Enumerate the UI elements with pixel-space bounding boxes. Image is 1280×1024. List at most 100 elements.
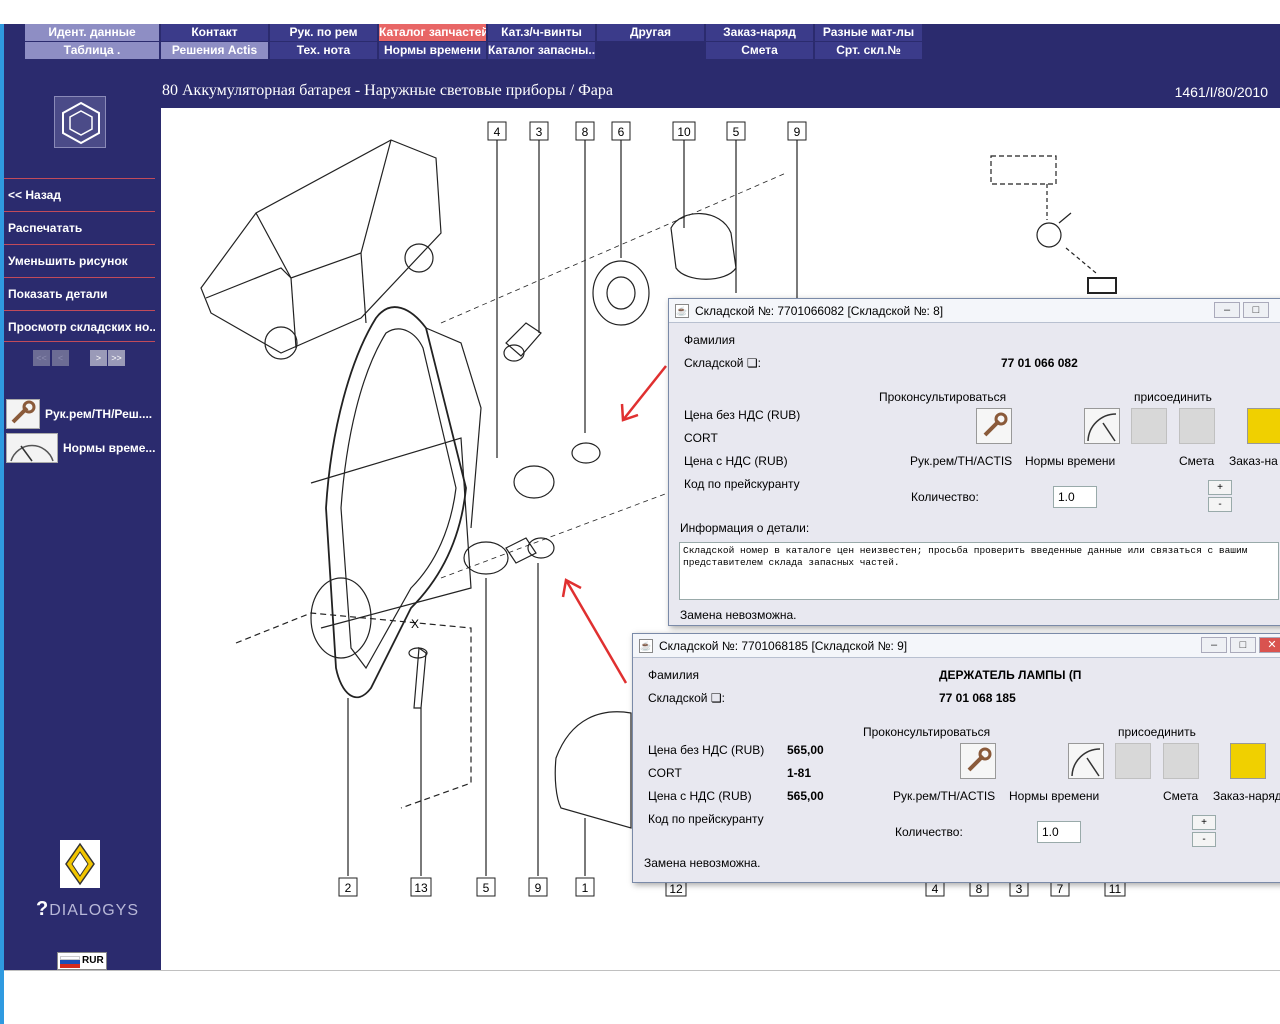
dialogys-logo: ?DIALOGYS	[36, 898, 139, 921]
menu-actis-solutions[interactable]: Решения Actis	[161, 42, 268, 59]
quantity-label: Количество:	[895, 825, 963, 839]
callout-bottom-1: 1	[582, 881, 589, 895]
menu-sort-stock[interactable]: Срт. скл.№	[815, 42, 922, 59]
action-repair-manual-label: Рук.рем/TH/ACTIS	[910, 454, 1013, 468]
menu-other[interactable]: Другая	[597, 24, 704, 41]
menu-time-norms[interactable]: Нормы времени	[379, 42, 486, 59]
callout-bottom-2: 2	[345, 881, 352, 895]
price-with-vat-value: 565,00	[787, 789, 824, 803]
callout-top-5: 5	[733, 125, 740, 139]
back-button[interactable]: << Назад	[4, 178, 155, 210]
quantity-input[interactable]	[1037, 821, 1081, 843]
minimize-button[interactable]: –	[1214, 302, 1240, 318]
maximize-button[interactable]: □	[1230, 637, 1256, 653]
part-dialog-9: ☕ Складской №: 7701068185 [Складской №: …	[632, 633, 1280, 883]
java-icon: ☕	[639, 639, 653, 653]
action-time-norms-label: Нормы времени	[1025, 454, 1116, 468]
menu-spare-catalog[interactable]: Каталог запасны...	[488, 42, 595, 59]
menu-misc-materials[interactable]: Разные мат-лы	[815, 24, 922, 41]
quantity-decrement-button[interactable]: -	[1192, 832, 1216, 847]
action-estimate-label: Смета	[1163, 789, 1199, 803]
action-time-norms-label: Нормы времени	[1009, 789, 1100, 803]
part-dialog-8: ☕ Складской №: 7701066082 [Складской №: …	[668, 298, 1280, 626]
consult-label: Проконсультироваться	[879, 390, 1007, 404]
shortcut-time-norms-label: Нормы време...	[63, 441, 156, 455]
dialog-9-titlebar[interactable]: ☕ Складской №: 7701068185 [Складской №: …	[633, 634, 1280, 658]
time-norms-icon[interactable]	[1084, 408, 1120, 444]
quantity-decrement-button[interactable]: -	[1208, 497, 1232, 512]
top-strip	[0, 0, 1280, 24]
maximize-button[interactable]: □	[1243, 302, 1269, 318]
callout-top-8: 8	[582, 125, 589, 139]
currency-label: RUR	[82, 955, 104, 966]
callout-bottom-3: 3	[1016, 882, 1023, 896]
menu-screws-catalog[interactable]: Кат.з/ч-винты	[488, 24, 595, 41]
pager-prev-button[interactable]: <	[52, 350, 69, 366]
dialog-8-titlebar[interactable]: ☕ Складской №: 7701066082 [Складской №: …	[669, 299, 1280, 323]
consult-label: Проконсультироваться	[863, 725, 991, 739]
price-with-vat-label: Цена с НДС (RUB)	[648, 789, 752, 803]
work-order-icon[interactable]	[1247, 408, 1280, 444]
price-without-vat-label: Цена без НДС (RUB)	[648, 743, 765, 757]
print-button[interactable]: Распечатать	[4, 211, 155, 243]
cort-label: CORT	[684, 431, 718, 445]
familia-label: Фамилия	[648, 668, 699, 682]
shortcut-time-norms[interactable]: Нормы време...	[4, 432, 155, 464]
pricelist-code-label: Код по прейскуранту	[684, 477, 800, 491]
price-without-vat-label: Цена без НДС (RUB)	[684, 408, 801, 422]
close-button[interactable]: ✕	[1259, 637, 1280, 653]
stock-number-value: 77 01 066 082	[1001, 356, 1078, 370]
callout-bottom-8: 8	[976, 882, 983, 896]
callout-bottom-13: 13	[414, 881, 428, 895]
time-norms-icon[interactable]	[1068, 743, 1104, 779]
callout-bottom-5: 5	[483, 881, 490, 895]
work-order-icon[interactable]	[1230, 743, 1266, 779]
status-strip	[4, 970, 1280, 1024]
quantity-increment-button[interactable]: +	[1192, 815, 1216, 830]
callout-bottom-12: 12	[669, 882, 683, 896]
shortcut-repair-manual-label: Рук.рем/ТН/Реш....	[45, 407, 153, 421]
disabled-attach-icon	[1115, 743, 1151, 779]
callout-top-9: 9	[794, 125, 801, 139]
renault-logo-icon	[60, 840, 100, 888]
currency-selector[interactable]: RUR	[57, 952, 107, 970]
attach-label: присоединить	[1134, 390, 1212, 404]
menu-contact[interactable]: Контакт	[161, 24, 268, 41]
familia-value: ДЕРЖАТЕЛЬ ЛАМПЫ (П	[939, 668, 1082, 682]
pager-first-button[interactable]: <<	[33, 350, 50, 366]
pager-next-button[interactable]: >	[90, 350, 107, 366]
action-repair-manual-label: Рук.рем/TH/ACTIS	[893, 789, 996, 803]
action-work-order-label: Заказ-на	[1229, 454, 1278, 468]
repair-manual-icon[interactable]	[976, 408, 1012, 444]
page-title: 80 Аккумуляторная батарея - Наружные све…	[162, 82, 613, 99]
action-estimate-label: Смета	[1179, 454, 1215, 468]
repair-manual-icon[interactable]	[960, 743, 996, 779]
view-stock-numbers-button[interactable]: Просмотр складских но...	[4, 310, 155, 342]
menu-parts-catalog[interactable]: Каталог запчастей	[379, 24, 486, 41]
menu-tech-note[interactable]: Тех. нота	[270, 42, 377, 59]
familia-label: Фамилия	[684, 333, 735, 347]
minimize-button[interactable]: –	[1201, 637, 1227, 653]
menu-work-order[interactable]: Заказ-наряд	[706, 24, 813, 41]
quantity-input[interactable]	[1053, 486, 1097, 508]
shortcut-repair-manual[interactable]: Рук.рем/ТН/Реш....	[4, 398, 155, 430]
estimate-icon	[1163, 743, 1199, 779]
wrench-icon	[6, 399, 40, 429]
flag-red-stripe	[60, 964, 80, 968]
show-parts-button[interactable]: Показать детали	[4, 277, 155, 309]
callout-bottom-7: 7	[1057, 882, 1064, 896]
cort-value: 1-81	[787, 766, 812, 780]
menu-repair-manual[interactable]: Рук. по рем	[270, 24, 377, 41]
callout-top-6: 6	[618, 125, 625, 139]
status-message: Замена невозможна.	[680, 608, 797, 622]
attach-label: присоединить	[1118, 725, 1196, 739]
menu-estimate[interactable]: Смета	[706, 42, 813, 59]
stock-number-label: Складской ❏:	[684, 356, 761, 370]
axis-x-label: X	[411, 617, 419, 631]
zoom-out-button[interactable]: Уменьшить рисунок	[4, 244, 155, 276]
quantity-increment-button[interactable]: +	[1208, 480, 1232, 495]
pager-last-button[interactable]: >>	[108, 350, 125, 366]
stock-number-label: Складской ❏:	[648, 691, 725, 705]
menu-table[interactable]: Таблица .	[25, 42, 159, 59]
menu-identification[interactable]: Идент. данные	[25, 24, 159, 41]
